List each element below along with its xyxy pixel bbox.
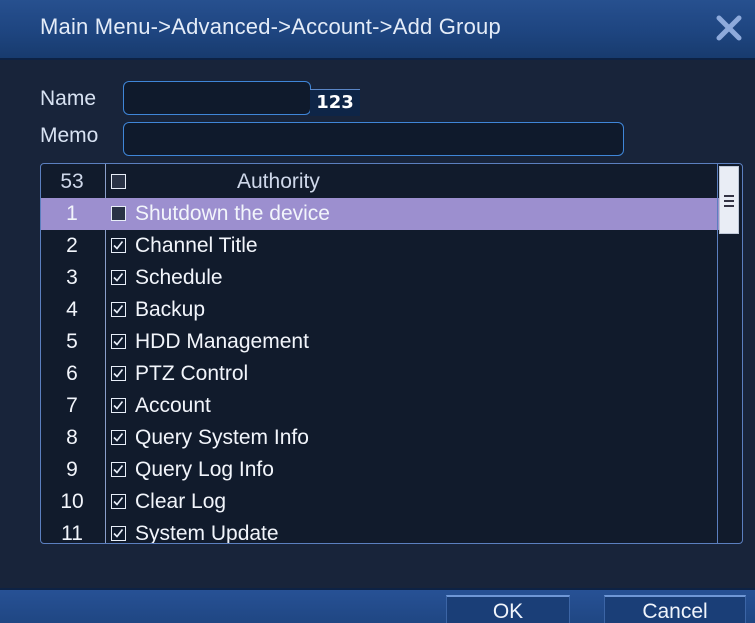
cancel-button[interactable]: Cancel bbox=[604, 595, 746, 623]
table-row[interactable]: 4 Backup bbox=[41, 294, 719, 326]
row-index: 11 bbox=[61, 522, 83, 544]
row-label: Schedule bbox=[135, 266, 223, 289]
row-label: Query Log Info bbox=[135, 458, 274, 481]
row-label: Channel Title bbox=[135, 234, 258, 257]
row-index: 53 bbox=[60, 170, 84, 193]
table-row[interactable]: 2 Channel Title bbox=[41, 230, 719, 262]
row-index: 9 bbox=[66, 458, 78, 481]
row-label: PTZ Control bbox=[135, 362, 249, 385]
keyboard-button[interactable]: 123 bbox=[310, 89, 360, 116]
table-header[interactable]: 53 Authority bbox=[41, 166, 719, 198]
checkbox-checked[interactable] bbox=[111, 270, 126, 285]
row-label: HDD Management bbox=[135, 330, 309, 353]
add-group-dialog: Main Menu->Advanced->Account->Add Group … bbox=[0, 0, 755, 623]
table-row[interactable]: 1 Shutdown the device bbox=[41, 198, 719, 230]
checkbox[interactable] bbox=[111, 174, 126, 189]
table-row[interactable]: 7 Account bbox=[41, 390, 719, 422]
ok-button[interactable]: OK bbox=[446, 595, 570, 623]
checkbox-checked[interactable] bbox=[111, 462, 126, 477]
close-icon[interactable] bbox=[711, 10, 747, 46]
table-row[interactable]: 8 Query System Info bbox=[41, 422, 719, 454]
scrollbar[interactable] bbox=[717, 164, 742, 543]
row-label: Account bbox=[135, 394, 211, 417]
title-bar: Main Menu->Advanced->Account->Add Group bbox=[0, 0, 755, 60]
checkbox[interactable] bbox=[111, 206, 126, 221]
table-row[interactable]: 9 Query Log Info bbox=[41, 454, 719, 486]
row-label: Backup bbox=[135, 298, 206, 321]
table-row[interactable]: 10 Clear Log bbox=[41, 486, 719, 518]
memo-field[interactable] bbox=[123, 122, 624, 156]
row-index: 1 bbox=[66, 202, 78, 225]
row-index: 4 bbox=[66, 298, 78, 321]
name-field[interactable] bbox=[123, 81, 311, 115]
row-index: 5 bbox=[66, 330, 78, 353]
row-index: 10 bbox=[60, 490, 84, 513]
table-row[interactable]: 3 Schedule bbox=[41, 262, 719, 294]
row-index: 8 bbox=[66, 426, 78, 449]
table-row[interactable]: 6 PTZ Control bbox=[41, 358, 719, 390]
row-index: 2 bbox=[66, 234, 78, 257]
table-row[interactable]: 5 HDD Management bbox=[41, 326, 719, 358]
window-title: Main Menu->Advanced->Account->Add Group bbox=[40, 14, 501, 39]
checkbox-checked[interactable] bbox=[111, 366, 126, 381]
row-label: Shutdown the device bbox=[135, 202, 330, 225]
row-label: Query System Info bbox=[135, 426, 309, 449]
checkbox-checked[interactable] bbox=[111, 334, 126, 349]
checkbox-checked[interactable] bbox=[111, 238, 126, 253]
row-index: 6 bbox=[66, 362, 78, 385]
scroll-thumb[interactable] bbox=[719, 166, 739, 234]
checkbox-checked[interactable] bbox=[111, 430, 126, 445]
checkbox-checked[interactable] bbox=[111, 494, 126, 509]
checkbox-checked[interactable] bbox=[111, 302, 126, 317]
row-label: System Update bbox=[135, 522, 279, 544]
authority-table: 53 Authority 1 Shutdown the device 2 Channel … bbox=[40, 163, 743, 544]
row-label: Clear Log bbox=[135, 490, 227, 513]
row-index: 3 bbox=[66, 266, 78, 289]
row-label: Authority bbox=[237, 170, 320, 193]
row-index: 7 bbox=[66, 394, 78, 417]
checkbox-checked[interactable] bbox=[111, 398, 126, 413]
name-label: Name bbox=[40, 87, 97, 110]
checkbox-checked[interactable] bbox=[111, 526, 126, 541]
memo-label: Memo bbox=[40, 124, 99, 147]
table-row[interactable]: 11 System Update bbox=[41, 518, 719, 544]
